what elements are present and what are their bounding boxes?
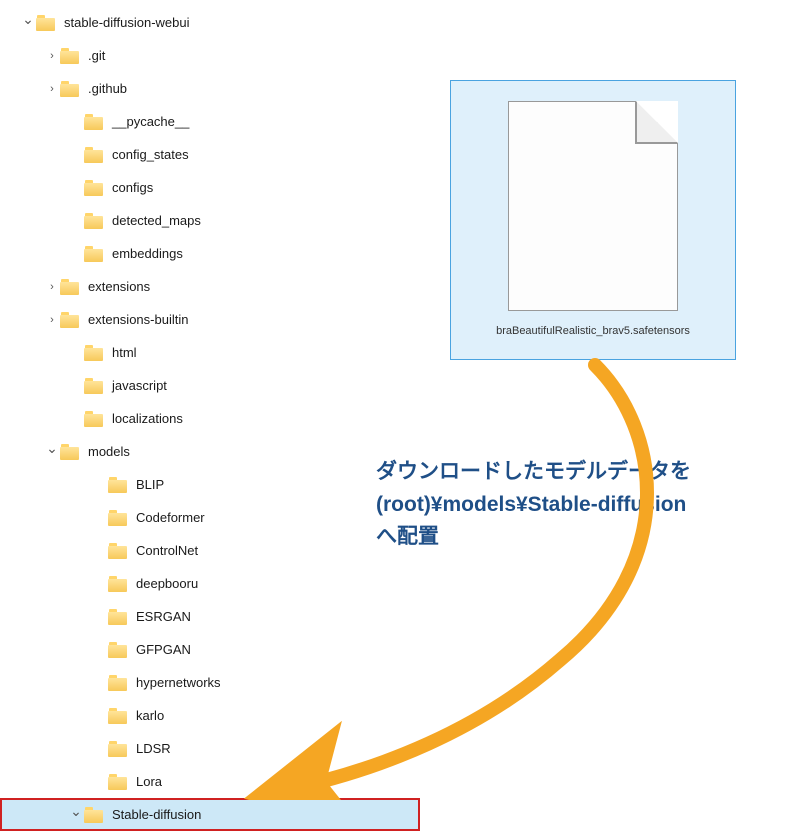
tree-item-label: ESRGAN [136, 609, 191, 624]
folder-icon [108, 543, 128, 559]
tree-item-label: LDSR [136, 741, 171, 756]
tree-item-label: GFPGAN [136, 642, 191, 657]
tree-item-label: karlo [136, 708, 164, 723]
tree-item-label: stable-diffusion-webui [64, 15, 190, 30]
folder-icon [84, 180, 104, 196]
tree-item[interactable]: ⌄ stable-diffusion-webui [0, 6, 420, 39]
folder-icon [108, 477, 128, 493]
folder-icon [108, 774, 128, 790]
chevron-right-icon[interactable]: › [44, 314, 60, 326]
tree-item-label: models [88, 444, 130, 459]
folder-icon [108, 576, 128, 592]
tree-item[interactable]: ⌄ models [0, 435, 420, 468]
tree-item[interactable]: BLIP [0, 468, 420, 501]
file-name-label: braBeautifulRealistic_brav5.safetensors [496, 325, 690, 337]
chevron-right-icon[interactable]: › [44, 281, 60, 293]
folder-icon [84, 246, 104, 262]
tree-item-label: extensions-builtin [88, 312, 188, 327]
tree-item-label: ControlNet [136, 543, 198, 558]
tree-item[interactable]: ESRGAN [0, 600, 420, 633]
tree-item-label: __pycache__ [112, 114, 189, 129]
tree-item[interactable]: detected_maps [0, 204, 420, 237]
folder-icon [60, 279, 80, 295]
folder-icon [84, 213, 104, 229]
tree-item[interactable]: deepbooru [0, 567, 420, 600]
folder-icon [60, 312, 80, 328]
folder-icon [60, 444, 80, 460]
tree-item[interactable]: GFPGAN [0, 633, 420, 666]
tree-item-label: detected_maps [112, 213, 201, 228]
folder-icon [108, 642, 128, 658]
folder-icon [108, 708, 128, 724]
tree-item-label: Stable-diffusion [112, 807, 201, 822]
folder-icon [36, 15, 56, 31]
annotation-line2: (root)¥models¥Stable-diffusion [376, 489, 691, 522]
tree-item-label: .git [88, 48, 105, 63]
tree-item[interactable]: __pycache__ [0, 105, 420, 138]
tree-item-label: html [112, 345, 137, 360]
folder-icon [108, 510, 128, 526]
tree-item[interactable]: › extensions [0, 270, 420, 303]
folder-tree: ⌄ stable-diffusion-webui › .git › .github __py… [0, 0, 420, 831]
tree-item-label: Lora [136, 774, 162, 789]
folder-icon [108, 741, 128, 757]
chevron-down-icon[interactable]: ⌄ [20, 11, 36, 28]
tree-item[interactable]: › extensions-builtin [0, 303, 420, 336]
tree-item[interactable]: karlo [0, 699, 420, 732]
chevron-down-icon[interactable]: ⌄ [68, 803, 84, 820]
tree-item[interactable]: localizations [0, 402, 420, 435]
folder-icon [84, 807, 104, 823]
tree-item-label: BLIP [136, 477, 164, 492]
tree-item-label: Codeformer [136, 510, 205, 525]
chevron-down-icon[interactable]: ⌄ [44, 440, 60, 457]
tree-item-label: configs [112, 180, 153, 195]
tree-item[interactable]: › .git [0, 39, 420, 72]
tree-item[interactable]: html [0, 336, 420, 369]
tree-item[interactable]: Codeformer [0, 501, 420, 534]
folder-icon [84, 411, 104, 427]
tree-item[interactable]: ⌄ Stable-diffusion [0, 798, 420, 831]
tree-item[interactable]: config_states [0, 138, 420, 171]
tree-item-label: embeddings [112, 246, 183, 261]
tree-item-label: javascript [112, 378, 167, 393]
tree-item[interactable]: Lora [0, 765, 420, 798]
tree-item[interactable]: hypernetworks [0, 666, 420, 699]
folder-icon [84, 114, 104, 130]
tree-item[interactable]: ControlNet [0, 534, 420, 567]
annotation-line1: ダウンロードしたモデルデータを [376, 456, 691, 489]
folder-icon [84, 345, 104, 361]
annotation-line3: へ配置 [376, 521, 691, 554]
folder-icon [60, 48, 80, 64]
tree-item-label: extensions [88, 279, 150, 294]
file-icon [508, 101, 678, 311]
folder-icon [84, 147, 104, 163]
file-preview-card[interactable]: braBeautifulRealistic_brav5.safetensors [450, 80, 736, 360]
tree-item-label: config_states [112, 147, 189, 162]
tree-item-label: .github [88, 81, 127, 96]
folder-icon [84, 378, 104, 394]
annotation-text: ダウンロードしたモデルデータを (root)¥models¥Stable-dif… [376, 456, 691, 554]
tree-item-label: localizations [112, 411, 183, 426]
tree-item[interactable]: configs [0, 171, 420, 204]
tree-item-label: hypernetworks [136, 675, 221, 690]
folder-icon [60, 81, 80, 97]
tree-item[interactable]: LDSR [0, 732, 420, 765]
chevron-right-icon[interactable]: › [44, 50, 60, 62]
tree-item-label: deepbooru [136, 576, 198, 591]
tree-item[interactable]: › .github [0, 72, 420, 105]
folder-icon [108, 609, 128, 625]
tree-item[interactable]: javascript [0, 369, 420, 402]
tree-item[interactable]: embeddings [0, 237, 420, 270]
chevron-right-icon[interactable]: › [44, 83, 60, 95]
folder-icon [108, 675, 128, 691]
